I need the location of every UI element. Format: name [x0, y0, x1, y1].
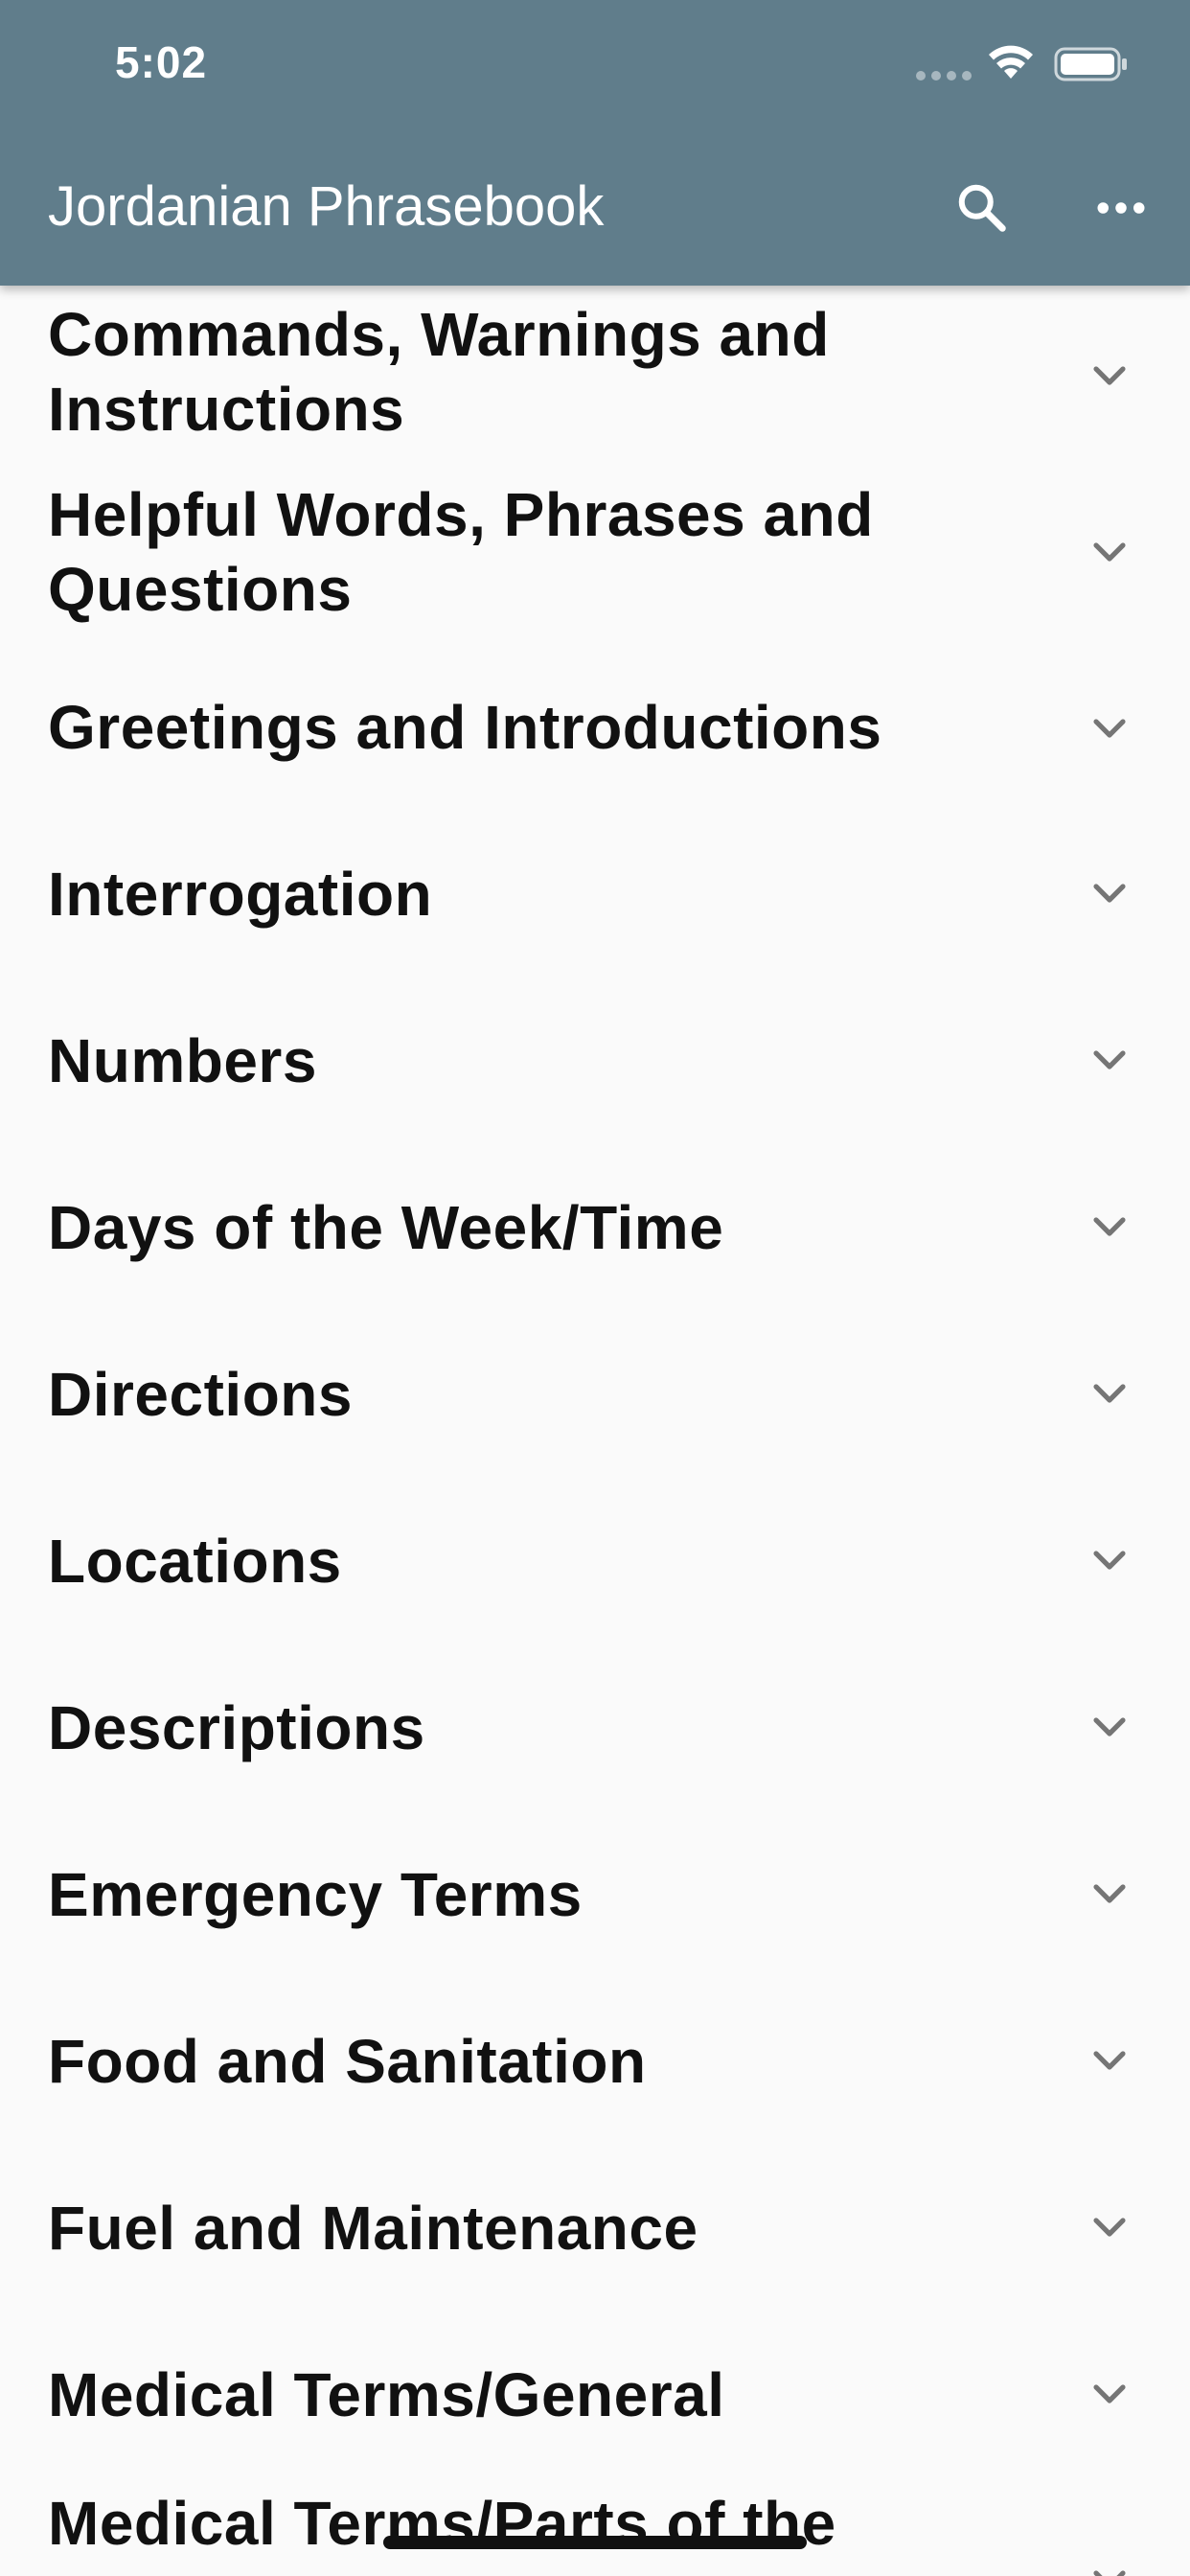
chevron-down-icon[interactable] — [1083, 2034, 1136, 2087]
more-options-button[interactable] — [1083, 170, 1159, 246]
category-label: Commands, Warnings and Instructions — [48, 300, 830, 444]
category-item[interactable]: Days of the Week/Time — [0, 1142, 1190, 1309]
category-label: Interrogation — [48, 860, 433, 929]
category-label: Fuel and Maintenance — [48, 2194, 698, 2263]
category-item[interactable]: Descriptions — [0, 1643, 1190, 1809]
toolbar: Jordanian Phrasebook — [0, 126, 1190, 286]
category-label: Food and Sanitation — [48, 2027, 647, 2096]
category-label: Medical Terms/Parts of the — [48, 2489, 836, 2558]
category-item[interactable]: Numbers — [0, 976, 1190, 1142]
category-label: Directions — [48, 1360, 353, 1429]
category-item[interactable]: Greetings and Introductions — [0, 642, 1190, 809]
status-bar: 5:02 — [0, 0, 1190, 126]
category-label: Helpful Words, Phrases and Questions — [48, 480, 874, 624]
chevron-down-icon[interactable] — [1083, 866, 1136, 920]
category-item[interactable]: Fuel and Maintenance — [0, 2143, 1190, 2310]
category-label: Numbers — [48, 1026, 317, 1095]
category-item[interactable]: Directions — [0, 1309, 1190, 1476]
cellular-signal-icon — [916, 71, 972, 80]
category-item[interactable]: Medical Terms/Parts of the — [0, 2476, 1190, 2576]
home-indicator[interactable] — [383, 2536, 807, 2549]
app-title: Jordanian Phrasebook — [48, 175, 605, 238]
category-label: Medical Terms/General — [48, 2360, 725, 2429]
category-item[interactable]: Medical Terms/General — [0, 2310, 1190, 2476]
chevron-down-icon[interactable] — [1083, 2553, 1136, 2576]
chevron-down-icon[interactable] — [1083, 1367, 1136, 1420]
category-item[interactable]: Commands, Warnings and Instructions — [0, 286, 1190, 464]
category-item[interactable]: Interrogation — [0, 809, 1190, 976]
category-item[interactable]: Food and Sanitation — [0, 1976, 1190, 2143]
category-label: Locations — [48, 1527, 342, 1596]
status-time: 5:02 — [115, 37, 208, 87]
search-button[interactable] — [944, 170, 1020, 246]
category-label: Descriptions — [48, 1693, 425, 1762]
category-item[interactable]: Emergency Terms — [0, 1809, 1190, 1976]
chevron-down-icon[interactable] — [1083, 1700, 1136, 1754]
category-label: Emergency Terms — [48, 1860, 583, 1929]
category-list: Commands, Warnings and Instructions Helpf… — [0, 286, 1190, 2576]
category-item[interactable]: Helpful Words, Phrases and Questions — [0, 464, 1190, 642]
chevron-down-icon[interactable] — [1083, 349, 1136, 402]
chevron-down-icon[interactable] — [1083, 2367, 1136, 2421]
screen: 5:02 Jordanian Phrasebook Commands, Warn… — [0, 0, 1190, 2576]
category-item[interactable]: Locations — [0, 1476, 1190, 1643]
chevron-down-icon[interactable] — [1083, 702, 1136, 755]
wifi-icon — [989, 45, 1033, 79]
search-icon — [958, 184, 1006, 232]
battery-icon — [1054, 47, 1127, 81]
chevron-down-icon[interactable] — [1083, 1867, 1136, 1920]
chevron-down-icon[interactable] — [1083, 1200, 1136, 1254]
category-label: Greetings and Introductions — [48, 693, 882, 762]
chevron-down-icon[interactable] — [1083, 1033, 1136, 1087]
chevron-down-icon[interactable] — [1083, 1533, 1136, 1587]
chevron-down-icon[interactable] — [1083, 2200, 1136, 2254]
app-header: 5:02 Jordanian Phrasebook — [0, 0, 1190, 286]
category-label: Days of the Week/Time — [48, 1193, 724, 1262]
chevron-down-icon[interactable] — [1083, 525, 1136, 579]
more-horizontal-icon — [1097, 202, 1145, 214]
